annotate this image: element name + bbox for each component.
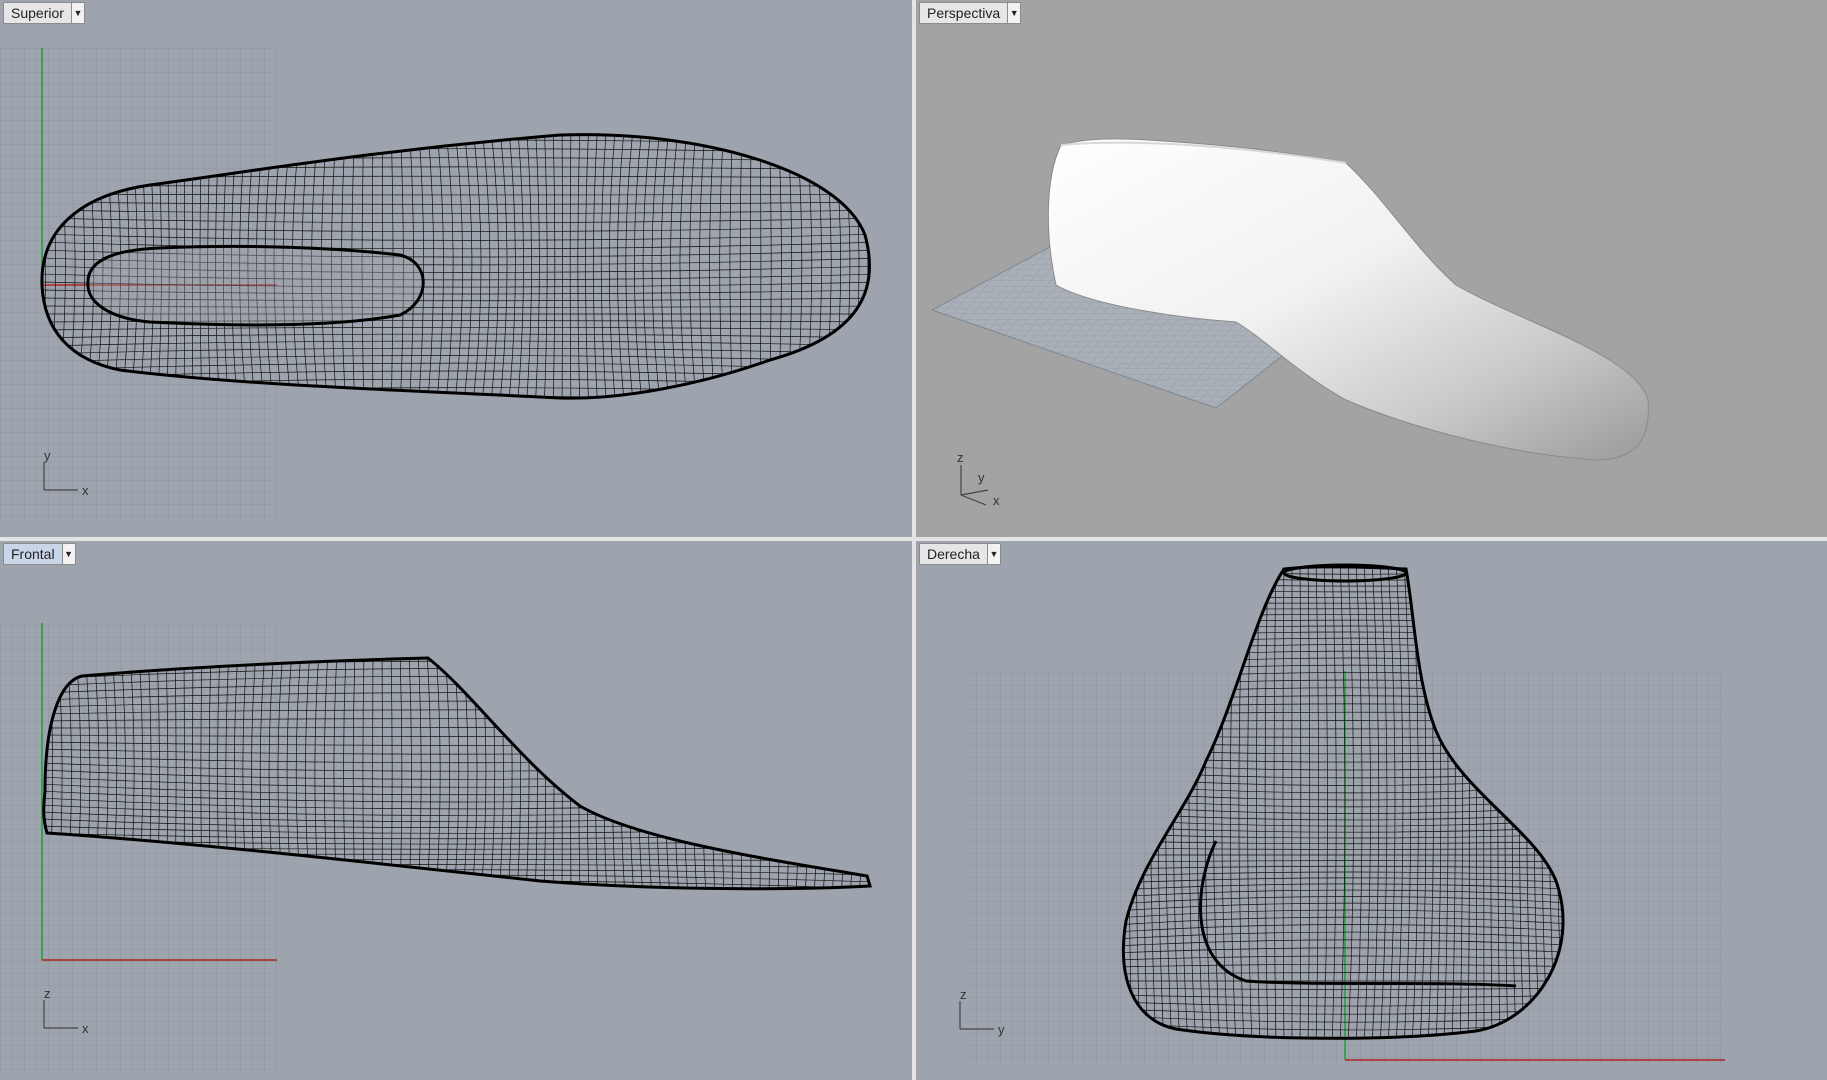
svg-text:x: x bbox=[82, 483, 89, 498]
svg-text:y: y bbox=[998, 1022, 1005, 1037]
viewport-canvas-frontal: z x bbox=[0, 623, 872, 1073]
svg-text:z: z bbox=[957, 450, 964, 465]
viewport-canvas-superior: y x bbox=[0, 48, 872, 520]
viewport-frontal[interactable]: Frontal ▼ z x bbox=[0, 541, 912, 1080]
svg-text:x: x bbox=[993, 493, 1000, 508]
dropdown-arrow-icon[interactable]: ▼ bbox=[986, 544, 1000, 564]
axis-gizmo: z y x bbox=[957, 450, 1000, 508]
svg-text:y: y bbox=[978, 470, 985, 485]
svg-text:x: x bbox=[82, 1021, 89, 1036]
svg-text:z: z bbox=[960, 987, 967, 1002]
viewport-superior[interactable]: Superior ▼ y x bbox=[0, 0, 912, 537]
viewport-splitter-vertical[interactable] bbox=[912, 0, 916, 1080]
viewport-tab-frontal[interactable]: Frontal ▼ bbox=[3, 543, 76, 565]
viewport-title: Frontal bbox=[11, 546, 55, 562]
viewport-tab-superior[interactable]: Superior ▼ bbox=[3, 2, 85, 24]
viewport-tab-perspectiva[interactable]: Perspectiva ▼ bbox=[919, 2, 1022, 24]
viewport-tab-derecha[interactable]: Derecha ▼ bbox=[919, 543, 1001, 565]
viewport-title: Perspectiva bbox=[927, 5, 1001, 21]
viewport-canvas-derecha: z y bbox=[959, 563, 1725, 1065]
dropdown-arrow-icon[interactable]: ▼ bbox=[1007, 3, 1021, 23]
svg-text:z: z bbox=[44, 986, 51, 1001]
viewport-canvas-perspectiva: z y x bbox=[930, 138, 1649, 508]
viewport-title: Superior bbox=[11, 5, 64, 21]
shaded-shoe-model bbox=[1047, 138, 1649, 461]
dropdown-arrow-icon[interactable]: ▼ bbox=[61, 544, 75, 564]
viewport-derecha[interactable]: Derecha ▼ z y bbox=[916, 541, 1827, 1080]
viewport-title: Derecha bbox=[927, 546, 980, 562]
viewport-perspectiva[interactable]: Perspectiva ▼ z y x bbox=[916, 0, 1827, 537]
dropdown-arrow-icon[interactable]: ▼ bbox=[70, 3, 84, 23]
svg-text:y: y bbox=[44, 448, 51, 463]
